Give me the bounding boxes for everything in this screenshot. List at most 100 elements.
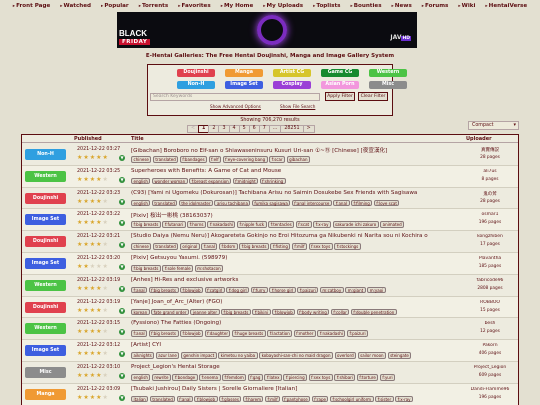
- gallery-title-link[interactable]: [Gibachan] Boroboro no Elf-san o Shiawas…: [131, 146, 449, 154]
- tag-chip[interactable]: gibachan: [286, 156, 310, 163]
- table-row[interactable]: Western 2021-12-22 03:25 ★ ★ ★ ★ ★ ▼ Superheroes…: [22, 165, 518, 188]
- uploader-link[interactable]: ali7us: [462, 169, 518, 174]
- tag-chip[interactable]: f:bandages: [179, 156, 208, 163]
- tag-chip[interactable]: f:nakadashi: [317, 330, 346, 337]
- uploader-link[interactable]: Plavantha: [462, 256, 518, 261]
- nav-link-watched[interactable]: Watched: [55, 0, 96, 12]
- nav-link-forums[interactable]: Forums: [417, 0, 454, 12]
- tag-chip[interactable]: f:tentacles: [268, 221, 295, 228]
- category-badge[interactable]: Manga: [25, 388, 66, 400]
- gallery-title-link[interactable]: [Anhes] Hi-Res and exclusive artworks: [131, 277, 449, 283]
- tag-chip[interactable]: f:anal: [131, 286, 148, 294]
- gallery-title-link[interactable]: Project_Legion's Hentai Storage: [131, 364, 449, 370]
- tag-chip[interactable]: f:mother: [293, 330, 316, 337]
- torrent-icon[interactable]: ▼: [119, 394, 125, 401]
- uploader-link[interactable]: Project_Legion: [462, 365, 518, 370]
- gallery-title-link[interactable]: [Yanje] Joan_of_Arc_(Alter) (FGO): [131, 299, 449, 305]
- category-toggle-artist-cg[interactable]: Artist CG: [273, 69, 311, 77]
- nav-link-hentaiverse[interactable]: HentaiVerse: [480, 0, 532, 12]
- category-toggle-game-cg[interactable]: Game CG: [321, 69, 359, 77]
- tag-chip[interactable]: translated: [152, 156, 179, 163]
- tag-chip[interactable]: f:big breasts: [131, 221, 161, 228]
- gallery-title-link[interactable]: [Studio Daiya (Nemu Neru)] Akogareteta G…: [131, 233, 449, 239]
- tag-chip[interactable]: f:catgirl: [204, 286, 225, 294]
- tag-chip[interactable]: translated: [149, 395, 176, 403]
- tag-chip[interactable]: f:schoolgirl uniform: [329, 395, 374, 403]
- torrent-icon[interactable]: ▼: [119, 198, 125, 205]
- nav-link-my-home[interactable]: My Home: [216, 0, 259, 12]
- nav-link-bounties[interactable]: Bounties: [345, 0, 386, 12]
- tag-chip[interactable]: f:filming: [351, 199, 373, 207]
- tag-chip[interactable]: f:collar: [330, 308, 350, 316]
- tag-chip[interactable]: aiknights: [131, 352, 155, 359]
- gallery-title-link[interactable]: [Tsubaki Jushirou] Daily Sisters | Sorel…: [131, 386, 449, 392]
- nav-link-popular[interactable]: Popular: [96, 0, 134, 12]
- uploader-link[interactable]: 鬼の斧: [462, 191, 518, 197]
- torrent-icon[interactable]: ▼: [119, 351, 125, 358]
- uploader-link[interactable]: kongzhiben: [462, 234, 518, 239]
- tag-chip[interactable]: f:stockings: [334, 243, 361, 250]
- tag-chip[interactable]: f:anal intercourse: [291, 199, 332, 207]
- tag-chip[interactable]: f:shibari: [334, 374, 356, 381]
- table-row[interactable]: Image Set 2021-12-22 03:22 ★ ★ ★ ★ ★ ▼ [Pixiv] 桜…: [22, 209, 518, 232]
- category-badge[interactable]: Western: [25, 323, 66, 335]
- uploader-column-header[interactable]: Uploader: [466, 136, 492, 142]
- tag-chip[interactable]: f:femdom: [222, 374, 247, 381]
- gallery-title-link[interactable]: [Artist] CYI: [131, 342, 449, 348]
- table-row[interactable]: Doujinshi 2021-12-22 03:23 ★ ★ ★ ★ ★ ▼ (C93) [Ya…: [22, 188, 518, 210]
- table-row[interactable]: Western 2021-12-22 03:19 ★ ★ ★ ★ ★ ▼ [Anhes] Hi-…: [22, 275, 518, 297]
- tag-chip[interactable]: steingate: [387, 352, 412, 359]
- clear-filter-button[interactable]: Clear Filter: [358, 92, 388, 101]
- title-column-header[interactable]: Title: [131, 136, 144, 142]
- tag-chip[interactable]: m:giant: [345, 286, 366, 294]
- tag-chip[interactable]: f:sole female: [162, 265, 194, 272]
- tag-chip[interactable]: arisu tachibana: [214, 199, 251, 207]
- tag-chip[interactable]: chinese: [131, 243, 152, 250]
- torrent-icon[interactable]: ▼: [119, 264, 125, 270]
- tag-chip[interactable]: f:harem: [242, 395, 264, 403]
- category-toggle-misc[interactable]: Misc: [369, 81, 407, 89]
- tag-chip[interactable]: english: [131, 374, 151, 381]
- category-toggle-non-h[interactable]: Non-H: [177, 81, 215, 89]
- tag-chip[interactable]: f:paizuri: [346, 330, 369, 337]
- table-row[interactable]: Misc 2021-12-22 03:10 ★ ★ ★ ★ ★ ▼ Project_Legion…: [22, 362, 518, 384]
- category-toggle-asian-porn[interactable]: Asian Porn: [321, 81, 359, 89]
- tag-chip[interactable]: sakurade ichi zakuro: [332, 221, 379, 228]
- category-badge[interactable]: Doujinshi: [25, 192, 66, 204]
- tag-chip[interactable]: kobayashi-san-chi no maid dragon: [259, 352, 334, 359]
- category-badge[interactable]: Image Set: [25, 345, 66, 357]
- uploader-link[interactable]: ROBBOO: [462, 300, 518, 305]
- table-row[interactable]: Doujinshi 2021-12-22 03:19 ★ ★ ★ ★ ★ ▼ [Yanje] J…: [22, 296, 518, 319]
- tag-chip[interactable]: f:horse girl: [269, 286, 296, 294]
- tag-chip[interactable]: m:shotacon: [194, 265, 224, 272]
- category-toggle-doujinshi[interactable]: Doujinshi: [177, 69, 215, 77]
- tag-chip[interactable]: korean: [131, 308, 150, 316]
- uploader-link[interactable]: Pakorn: [462, 343, 518, 348]
- advanced-options-link[interactable]: Show Advanced Options: [210, 104, 261, 109]
- category-badge[interactable]: Western: [25, 279, 66, 291]
- nav-link-my-uploads[interactable]: My Uploads: [258, 0, 308, 12]
- category-toggle-manga[interactable]: Manga: [225, 69, 263, 77]
- tag-chip[interactable]: f:anal: [333, 199, 350, 207]
- tag-chip[interactable]: rewrite: [151, 374, 171, 381]
- tag-chip[interactable]: f:horns: [187, 221, 206, 228]
- torrent-icon[interactable]: ▼: [119, 307, 125, 314]
- table-row[interactable]: Manga 2021-12-22 03:09 ★ ★ ★ ★ ★ ▼ [Tsubaki Jush…: [22, 383, 518, 405]
- tag-chip[interactable]: f:piercing: [283, 374, 308, 381]
- file-search-link[interactable]: Show File Search: [280, 104, 315, 109]
- tag-chip[interactable]: f:anal: [176, 395, 193, 403]
- torrent-icon[interactable]: ▼: [119, 285, 125, 292]
- tag-chip[interactable]: f:body writing: [296, 308, 330, 316]
- torrent-icon[interactable]: ▼: [119, 155, 125, 161]
- category-badge[interactable]: Western: [25, 170, 66, 182]
- tag-chip[interactable]: f:big breasts: [239, 243, 269, 250]
- tag-chip[interactable]: f:pantyhose: [281, 395, 311, 403]
- tag-chip[interactable]: f:anal: [201, 243, 218, 250]
- uploader-link[interactable]: Dandi-Flamme96: [462, 387, 518, 392]
- category-badge[interactable]: Doujinshi: [25, 301, 66, 313]
- gallery-title-link[interactable]: [Pixiv] Getsuyou Yasumi. (598979): [131, 255, 449, 261]
- tag-chip[interactable]: f:x-ray: [395, 395, 414, 403]
- tag-chip[interactable]: f:bikini: [252, 308, 271, 316]
- torrent-icon[interactable]: ▼: [119, 329, 125, 336]
- tag-chip[interactable]: f:big breasts: [148, 286, 179, 294]
